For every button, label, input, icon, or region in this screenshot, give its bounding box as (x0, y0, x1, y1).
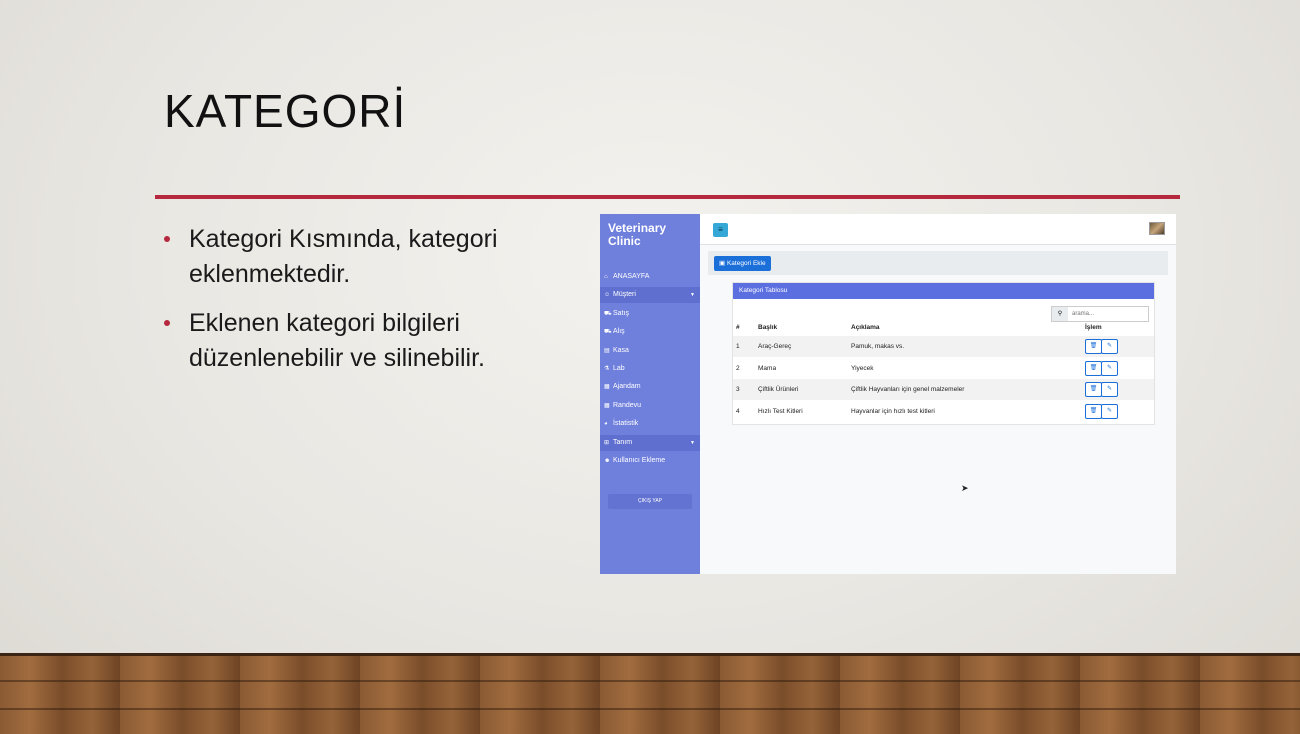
bullet-list: Kategori Kısmında, kategori eklenmektedi… (164, 222, 584, 390)
bullet-text: Eklenen kategori bilgileri düzenlenebili… (189, 309, 485, 372)
avatar[interactable] (1149, 222, 1165, 235)
table-title: Kategori Tablosu (733, 283, 1154, 299)
sidebar-item-label: Lab (613, 365, 625, 372)
search-box: ⚲ (1051, 306, 1150, 322)
trash-icon[interactable]: 🗑 (1085, 403, 1102, 419)
row-description: Çiftlik Hayvanları için genel malzemeler (851, 386, 965, 393)
sidebar-item-label: ANASAYFA (613, 273, 650, 280)
row-number: 3 (736, 386, 740, 393)
sidebar-item-label: İstatistik (613, 420, 639, 428)
row-number: 1 (736, 343, 740, 350)
row-actions: 🗑 ✎ (1085, 339, 1118, 354)
sidebar-item-label: Tanım (613, 438, 633, 446)
sidebar-item-label: Müşteri (613, 291, 636, 299)
sidebar-item[interactable]: ⚗ Lab (600, 361, 700, 377)
bullet-dot-icon (164, 236, 170, 242)
sidebar-item-label: Kullanıcı Ekleme (613, 457, 666, 464)
calendar-icon: ▦ (604, 384, 610, 391)
row-description: Pamuk, makas vs. (851, 343, 905, 350)
sidebar-item-label: Kasa (613, 346, 629, 354)
row-title: Hızlı Test Kitleri (758, 407, 803, 415)
chevron-down-icon: ▼ (690, 439, 695, 446)
bullet-item: Eklenen kategori bilgileri düzenlenebili… (164, 306, 584, 376)
row-title: Mama (758, 364, 777, 372)
sidebar-item[interactable]: ☻ Kullanıcı Ekleme (600, 453, 700, 469)
chevron-down-icon: ▼ (690, 292, 695, 299)
home-icon: ⌂ (604, 274, 608, 280)
sidebar-item-label: Alış (613, 328, 625, 336)
slide-title: KATEGORİ (164, 85, 407, 137)
grid-icon: ⊞ (604, 439, 610, 446)
row-actions: 🗑 ✎ (1085, 360, 1118, 376)
row-description: Hayvanlar için hızlı test kitleri (851, 407, 935, 415)
add-category-label: Kategori Ekle (726, 260, 766, 267)
action-bar: ▣ Kategori Ekle (708, 251, 1168, 275)
row-description: Yiyecek (851, 364, 874, 372)
edit-icon[interactable]: ✎ (1101, 403, 1118, 419)
calendar-icon: ▦ (604, 402, 610, 409)
row-number: 2 (736, 364, 740, 372)
main-content: ≡ ▣ Kategori Ekle Kategori Tablosu ⚲ # B… (700, 214, 1176, 574)
sidebar-item[interactable]: ⛟Alış (600, 324, 700, 340)
sidebar-item-label: Satış (613, 309, 629, 317)
sidebar-item[interactable]: ☺ Müşteri ▼ (600, 287, 700, 304)
sidebar-toggle-icon[interactable]: ≡ (713, 223, 728, 237)
category-table: Kategori Tablosu ⚲ # Başlık Açıklama İşl… (732, 282, 1155, 425)
app-screenshot: Veterinary Clinic ⌂ ANASAYFA ☺ Müşteri ▼ ⛟Sat… (600, 214, 1176, 574)
row-title: Çiftlik Ürünleri (758, 386, 799, 393)
topbar: ≡ (700, 214, 1176, 245)
wood-floor (0, 653, 1300, 734)
trash-icon[interactable]: 🗑 (1085, 339, 1102, 354)
sidebar-item[interactable]: ⊞ Tanım ▼ (600, 434, 700, 451)
sidebar: Veterinary Clinic ⌂ ANASAYFA ☺ Müşteri ▼ ⛟Sat… (600, 214, 700, 574)
trash-icon[interactable]: 🗑 (1085, 382, 1102, 397)
row-actions: 🗑 ✎ (1085, 382, 1118, 397)
sidebar-item[interactable]: ⌂ ANASAYFA (600, 269, 700, 285)
column-header-title: Başlık (758, 324, 778, 331)
title-divider (155, 195, 1180, 199)
truck-icon: ⛟ (604, 310, 612, 317)
sidebar-item[interactable]: ▦ Ajandam (600, 379, 700, 395)
edit-icon[interactable]: ✎ (1101, 339, 1118, 354)
flask-icon: ⚗ (604, 366, 610, 372)
row-number: 4 (736, 407, 740, 415)
edit-icon[interactable]: ✎ (1101, 382, 1118, 397)
table-row: 3 Çiftlik Ürünleri Çiftlik Hayvanları için… (733, 379, 1154, 400)
table-row: 2 Mama Yiyecek 🗑 ✎ (733, 358, 1154, 379)
chart-pie-icon: ◕ (604, 421, 608, 428)
money-icon: ▤ (604, 347, 610, 354)
sidebar-item[interactable]: ⛟Satış (600, 306, 700, 322)
user-plus-icon: ☻ (604, 458, 611, 464)
sidebar-item[interactable]: ▤ Kasa (600, 343, 700, 359)
search-input[interactable] (1070, 307, 1150, 321)
sidebar-item[interactable]: ▦ Randevu (600, 398, 700, 414)
bullet-dot-icon (164, 320, 170, 326)
trash-icon[interactable]: 🗑 (1085, 360, 1102, 376)
sidebar-item-label: Ajandam (613, 383, 641, 391)
table-row: 4 Hızlı Test Kitleri Hayvanlar için hızlı … (733, 401, 1154, 422)
search-icon[interactable]: ⚲ (1052, 307, 1068, 321)
save-icon: ▣ (719, 260, 727, 267)
table-row: 1 Araç-Gereç Pamuk, makas vs. 🗑 ✎ (733, 336, 1154, 357)
logout-button[interactable]: ÇIKIŞ YAP (608, 494, 692, 509)
column-header-number: # (736, 324, 740, 331)
bullet-text: Kategori Kısmında, kategori eklenmektedi… (189, 225, 498, 288)
row-actions: 🗑 ✎ (1085, 403, 1118, 419)
sidebar-item-label: Randevu (613, 401, 642, 409)
edit-icon[interactable]: ✎ (1101, 360, 1118, 376)
sidebar-item[interactable]: ◕ İstatistik (600, 416, 700, 432)
truck-icon: ⛟ (604, 329, 612, 336)
mouse-cursor-icon: ➤ (961, 483, 969, 493)
column-header-actions: İşlem (1085, 324, 1102, 331)
users-icon: ☺ (604, 292, 611, 299)
bullet-item: Kategori Kısmında, kategori eklenmektedi… (164, 222, 584, 292)
column-header-description: Açıklama (851, 324, 880, 331)
row-title: Araç-Gereç (758, 343, 792, 350)
add-category-button[interactable]: ▣ Kategori Ekle (714, 256, 771, 271)
brand-title: Veterinary Clinic (608, 221, 667, 248)
